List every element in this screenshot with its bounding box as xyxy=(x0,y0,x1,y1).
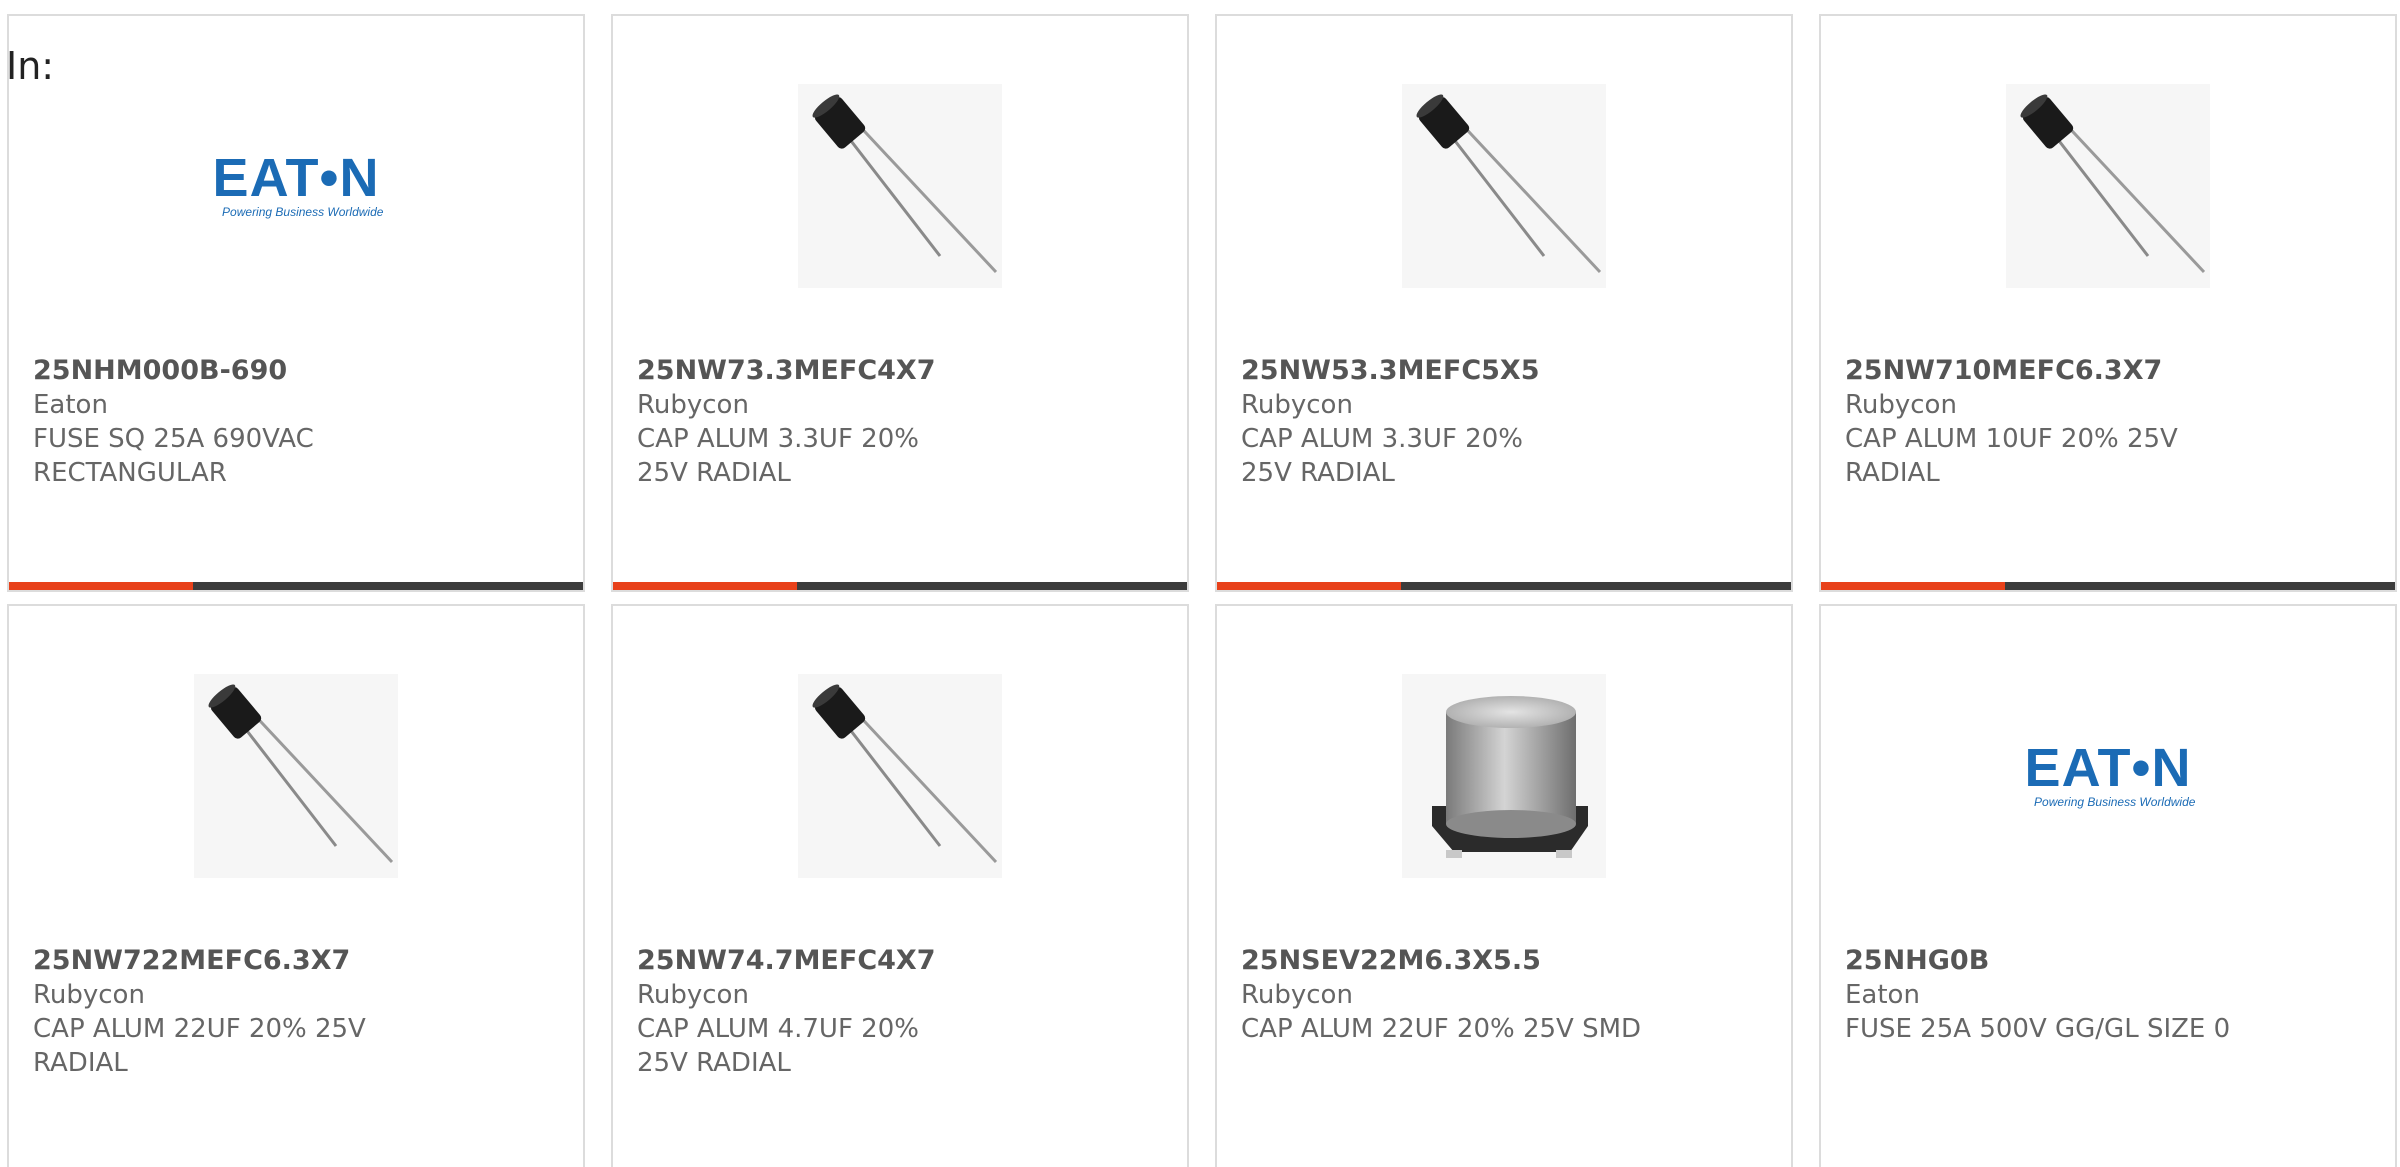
card-accent-bar xyxy=(1821,582,2005,590)
product-description: CAP ALUM 4.7UF 20% 25V RADIAL xyxy=(637,1014,919,1078)
product-image[interactable] xyxy=(798,674,1002,878)
radial-capacitor-icon xyxy=(1416,94,1602,274)
smd-capacitor-icon xyxy=(1432,696,1588,858)
product-card[interactable]: 25NW74.7MEFC4X7 Rubycon CAP ALUM 4.7UF 2… xyxy=(611,604,1189,1167)
part-number[interactable]: 25NHG0B xyxy=(1845,944,2375,978)
eaton-logo: EAT•N Powering Business Worldwide xyxy=(2024,738,2196,809)
part-number[interactable]: 25NW74.7MEFC4X7 xyxy=(637,944,1167,978)
product-description: CAP ALUM 22UF 20% 25V SMD xyxy=(1241,1014,1642,1044)
product-grid: EAT•N Powering Business Worldwide 25NHM0… xyxy=(7,14,2397,1167)
search-label: In: xyxy=(6,44,55,88)
eaton-logo: EAT•N Powering Business Worldwide xyxy=(212,148,384,219)
product-description: CAP ALUM 10UF 20% 25V RADIAL xyxy=(1845,424,2178,488)
card-footer-bar xyxy=(1821,582,2395,590)
product-card[interactable]: EAT•N Powering Business Worldwide 25NHG0… xyxy=(1819,604,2397,1167)
manufacturer: Rubycon xyxy=(1241,390,1353,420)
product-description: CAP ALUM 3.3UF 20% 25V RADIAL xyxy=(1241,424,1523,488)
product-image[interactable] xyxy=(194,674,398,878)
product-card[interactable]: 25NW73.3MEFC4X7 Rubycon CAP ALUM 3.3UF 2… xyxy=(611,14,1189,592)
product-info: 25NW73.3MEFC4X7 Rubycon CAP ALUM 3.3UF 2… xyxy=(637,354,1167,490)
product-info: 25NSEV22M6.3X5.5 Rubycon CAP ALUM 22UF 2… xyxy=(1241,944,1771,1046)
manufacturer: Eaton xyxy=(33,390,108,420)
product-image[interactable] xyxy=(1402,674,1606,878)
part-number[interactable]: 25NW53.3MEFC5X5 xyxy=(1241,354,1771,388)
product-description: CAP ALUM 22UF 20% 25V RADIAL xyxy=(33,1014,366,1078)
product-image[interactable] xyxy=(2006,84,2210,288)
product-info: 25NHG0B Eaton FUSE 25A 500V GG/GL SIZE 0 xyxy=(1845,944,2375,1046)
part-number[interactable]: 25NW722MEFC6.3X7 xyxy=(33,944,563,978)
manufacturer: Rubycon xyxy=(1241,980,1353,1010)
manufacturer: Eaton xyxy=(1845,980,1920,1010)
radial-capacitor-icon xyxy=(812,94,998,274)
product-card[interactable]: 25NW710MEFC6.3X7 Rubycon CAP ALUM 10UF 2… xyxy=(1819,14,2397,592)
part-number[interactable]: 25NW710MEFC6.3X7 xyxy=(1845,354,2375,388)
product-image[interactable] xyxy=(1402,84,1606,288)
part-number[interactable]: 25NW73.3MEFC4X7 xyxy=(637,354,1167,388)
card-footer-bar xyxy=(613,582,1187,590)
card-footer-bar xyxy=(1217,582,1791,590)
product-image[interactable]: EAT•N Powering Business Worldwide xyxy=(194,84,398,288)
radial-capacitor-icon xyxy=(812,684,998,864)
product-info: 25NW53.3MEFC5X5 Rubycon CAP ALUM 3.3UF 2… xyxy=(1241,354,1771,490)
manufacturer: Rubycon xyxy=(637,980,749,1010)
radial-capacitor-icon xyxy=(2020,94,2206,274)
product-info: 25NW74.7MEFC4X7 Rubycon CAP ALUM 4.7UF 2… xyxy=(637,944,1167,1080)
product-image[interactable] xyxy=(798,84,1002,288)
product-info: 25NHM000B-690 Eaton FUSE SQ 25A 690VAC R… xyxy=(33,354,563,490)
product-image[interactable]: EAT•N Powering Business Worldwide xyxy=(2006,674,2210,878)
radial-capacitor-icon xyxy=(208,684,394,864)
card-accent-bar xyxy=(9,582,193,590)
manufacturer: Rubycon xyxy=(33,980,145,1010)
part-number[interactable]: 25NHM000B-690 xyxy=(33,354,563,388)
manufacturer: Rubycon xyxy=(1845,390,1957,420)
product-card[interactable]: 25NW53.3MEFC5X5 Rubycon CAP ALUM 3.3UF 2… xyxy=(1215,14,1793,592)
product-description: FUSE SQ 25A 690VAC RECTANGULAR xyxy=(33,424,314,488)
product-card[interactable]: 25NSEV22M6.3X5.5 Rubycon CAP ALUM 22UF 2… xyxy=(1215,604,1793,1167)
part-number[interactable]: 25NSEV22M6.3X5.5 xyxy=(1241,944,1771,978)
card-accent-bar xyxy=(613,582,797,590)
manufacturer: Rubycon xyxy=(637,390,749,420)
product-info: 25NW710MEFC6.3X7 Rubycon CAP ALUM 10UF 2… xyxy=(1845,354,2375,490)
product-description: FUSE 25A 500V GG/GL SIZE 0 xyxy=(1845,1014,2231,1044)
card-accent-bar xyxy=(1217,582,1401,590)
product-card[interactable]: 25NW722MEFC6.3X7 Rubycon CAP ALUM 22UF 2… xyxy=(7,604,585,1167)
product-card[interactable]: EAT•N Powering Business Worldwide 25NHM0… xyxy=(7,14,585,592)
product-description: CAP ALUM 3.3UF 20% 25V RADIAL xyxy=(637,424,919,488)
product-results-page: In: EAT•N Powering Business Worldwide 25… xyxy=(0,0,2400,1167)
product-info: 25NW722MEFC6.3X7 Rubycon CAP ALUM 22UF 2… xyxy=(33,944,563,1080)
card-footer-bar xyxy=(9,582,583,590)
